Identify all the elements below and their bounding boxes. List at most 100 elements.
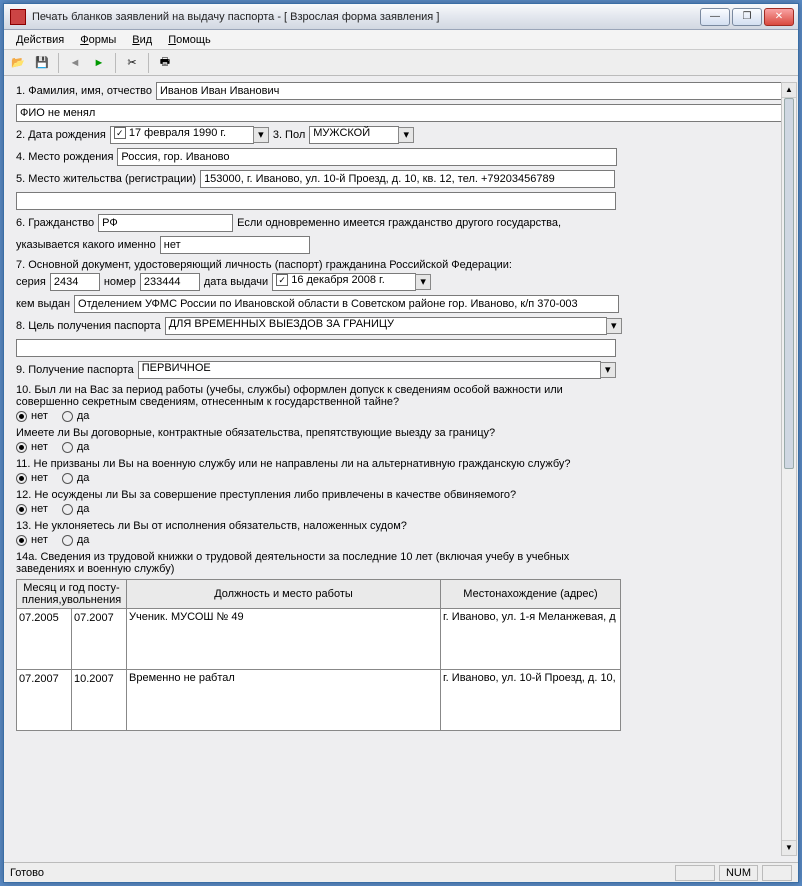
window-title: Печать бланков заявлений на выдачу паспо… bbox=[32, 11, 700, 23]
label-purpose: 8. Цель получения паспорта bbox=[16, 320, 161, 332]
label-birthdate: 2. Дата рождения bbox=[16, 129, 106, 141]
question-10: 10. Был ли на Вас за период работы (учеб… bbox=[16, 384, 606, 408]
row2-from[interactable] bbox=[17, 670, 71, 688]
label-birthplace: 4. Место рождения bbox=[16, 151, 113, 163]
address-field[interactable] bbox=[200, 170, 615, 188]
app-icon bbox=[10, 9, 26, 25]
table-col-position: Должность и место работы bbox=[127, 580, 441, 609]
statusbar: Готово NUM bbox=[4, 862, 798, 882]
question-11: 11. Не призваны ли Вы на военную службу … bbox=[16, 458, 786, 470]
dropdown-arrow-icon[interactable]: ▾ bbox=[253, 127, 269, 143]
table-row: Временно не рабтал г. Иваново, ул. 10-й … bbox=[17, 670, 621, 731]
open-icon[interactable]: 📂 bbox=[7, 52, 29, 74]
check-icon: ✓ bbox=[114, 127, 126, 139]
other-citizenship-text2: указывается какого именно bbox=[16, 239, 156, 251]
cut-icon[interactable]: ✂ bbox=[121, 52, 143, 74]
label-issuedate: дата выдачи bbox=[204, 276, 268, 288]
menu-help[interactable]: Помощь bbox=[160, 33, 219, 47]
label-sex: 3. Пол bbox=[273, 129, 305, 141]
dropdown-arrow-icon[interactable]: ▾ bbox=[600, 362, 616, 378]
q10b-no[interactable]: нет bbox=[16, 441, 48, 453]
q10-no[interactable]: нет bbox=[16, 410, 48, 422]
citizenship-field[interactable] bbox=[98, 214, 233, 232]
dropdown-arrow-icon[interactable]: ▾ bbox=[606, 318, 622, 334]
label-fullname: 1. Фамилия, имя, отчество bbox=[16, 85, 152, 97]
table-row: Ученик. МУСОШ № 49 г. Иваново, ул. 1-я М… bbox=[17, 609, 621, 670]
form-content: 1. Фамилия, имя, отчество 2. Дата рожден… bbox=[4, 76, 798, 862]
other-citizenship-field[interactable] bbox=[160, 236, 310, 254]
label-series: серия bbox=[16, 276, 46, 288]
label-citizenship: 6. Гражданство bbox=[16, 217, 94, 229]
q13-no[interactable]: нет bbox=[16, 534, 48, 546]
label-passport: 7. Основной документ, удостоверяющий лич… bbox=[16, 259, 786, 271]
row2-address[interactable]: г. Иваново, ул. 10-й Проезд, д. 10, bbox=[441, 670, 620, 730]
table-col-location: Местонахождение (адрес) bbox=[441, 580, 621, 609]
question-12: 12. Не осуждены ли Вы за совершение прес… bbox=[16, 489, 786, 501]
question-14a: 14а. Сведения из трудовой книжки о трудо… bbox=[16, 551, 616, 575]
menu-actions[interactable]: Действия bbox=[8, 33, 72, 47]
birthplace-field[interactable] bbox=[117, 148, 617, 166]
status-ready: Готово bbox=[10, 867, 44, 879]
row1-address[interactable]: г. Иваново, ул. 1-я Меланжевая, д bbox=[441, 609, 620, 669]
save-icon[interactable]: 💾 bbox=[31, 52, 53, 74]
address-field-2[interactable] bbox=[16, 192, 616, 210]
label-number: номер bbox=[104, 276, 136, 288]
dropdown-arrow-icon[interactable]: ▾ bbox=[398, 127, 414, 143]
birthdate-field[interactable]: ✓ 17 февраля 1990 г. ▾ bbox=[110, 126, 269, 144]
scroll-thumb[interactable] bbox=[784, 98, 794, 469]
row1-to[interactable] bbox=[72, 609, 126, 627]
vertical-scrollbar[interactable]: ▲ ▼ bbox=[781, 82, 797, 856]
status-panel-1 bbox=[675, 865, 715, 881]
row1-from[interactable] bbox=[17, 609, 71, 627]
label-issuedby: кем выдан bbox=[16, 298, 70, 310]
q11-radio: нет да bbox=[16, 472, 786, 484]
q12-yes[interactable]: да bbox=[62, 503, 90, 515]
row2-position[interactable]: Временно не рабтал bbox=[127, 670, 440, 730]
fio-changed-field[interactable] bbox=[16, 104, 786, 122]
scroll-up-icon[interactable]: ▲ bbox=[782, 83, 796, 98]
q13-yes[interactable]: да bbox=[62, 534, 90, 546]
receiving-field[interactable]: ПЕРВИЧНОЕ ▾ bbox=[138, 361, 786, 379]
q10b-radio: нет да bbox=[16, 441, 786, 453]
scroll-down-icon[interactable]: ▼ bbox=[782, 840, 796, 855]
menu-forms[interactable]: Формы bbox=[72, 33, 124, 47]
menubar: Действия Формы Вид Помощь bbox=[4, 30, 798, 50]
other-citizenship-text: Если одновременно имеется гражданство др… bbox=[237, 217, 561, 229]
work-history-table: Месяц и год посту- пления,увольнения Дол… bbox=[16, 579, 621, 731]
q10-yes[interactable]: да bbox=[62, 410, 90, 422]
issuedby-field[interactable] bbox=[74, 295, 619, 313]
close-button[interactable]: ✕ bbox=[764, 8, 794, 26]
purpose-field-2[interactable] bbox=[16, 339, 616, 357]
sex-field[interactable]: МУЖСКОЙ ▾ bbox=[309, 126, 414, 144]
titlebar[interactable]: Печать бланков заявлений на выдачу паспо… bbox=[4, 4, 798, 30]
q11-yes[interactable]: да bbox=[62, 472, 90, 484]
app-window: Печать бланков заявлений на выдачу паспо… bbox=[3, 3, 799, 883]
menu-view[interactable]: Вид bbox=[124, 33, 160, 47]
q10b-yes[interactable]: да bbox=[62, 441, 90, 453]
next-icon[interactable]: ► bbox=[88, 52, 110, 74]
toolbar-sep-1 bbox=[58, 53, 59, 73]
series-field[interactable] bbox=[50, 273, 100, 291]
label-address: 5. Место жительства (регистрации) bbox=[16, 173, 196, 185]
issuedate-field[interactable]: ✓ 16 декабря 2008 г. ▾ bbox=[272, 273, 431, 291]
maximize-button[interactable]: ❐ bbox=[732, 8, 762, 26]
purpose-field[interactable]: ДЛЯ ВРЕМЕННЫХ ВЫЕЗДОВ ЗА ГРАНИЦУ ▾ bbox=[165, 317, 786, 335]
dropdown-arrow-icon[interactable]: ▾ bbox=[415, 274, 431, 290]
question-10b: Имеете ли Вы договорные, контрактные обя… bbox=[16, 427, 786, 439]
toolbar-sep-3 bbox=[148, 53, 149, 73]
toolbar-sep-2 bbox=[115, 53, 116, 73]
check-icon: ✓ bbox=[276, 274, 288, 286]
label-receiving: 9. Получение паспорта bbox=[16, 364, 134, 376]
question-13: 13. Не уклоняетесь ли Вы от исполнения о… bbox=[16, 520, 786, 532]
status-num: NUM bbox=[719, 865, 758, 881]
q11-no[interactable]: нет bbox=[16, 472, 48, 484]
fullname-field[interactable] bbox=[156, 82, 786, 100]
print-icon[interactable]: 🖶 bbox=[154, 52, 176, 74]
number-field[interactable] bbox=[140, 273, 200, 291]
row1-position[interactable]: Ученик. МУСОШ № 49 bbox=[127, 609, 440, 669]
q12-no[interactable]: нет bbox=[16, 503, 48, 515]
row2-to[interactable] bbox=[72, 670, 126, 688]
prev-icon[interactable]: ◄ bbox=[64, 52, 86, 74]
q13-radio: нет да bbox=[16, 534, 786, 546]
minimize-button[interactable]: — bbox=[700, 8, 730, 26]
